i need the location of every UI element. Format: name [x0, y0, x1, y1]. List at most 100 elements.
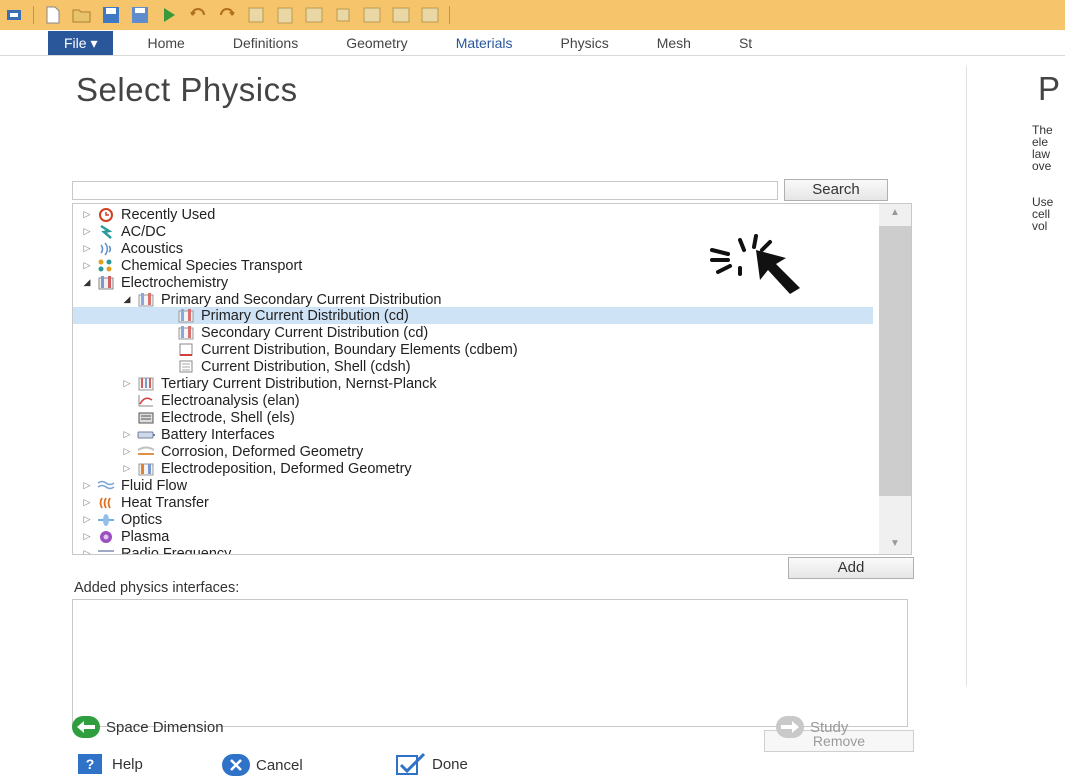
tree-item-label: Electrode, Shell (els) [161, 409, 295, 426]
expand-arrow-icon[interactable]: ▷ [121, 446, 133, 457]
species-icon [97, 258, 115, 273]
toolbar-separator [33, 6, 34, 24]
search-input[interactable] [72, 181, 778, 200]
expand-arrow-icon[interactable]: ▷ [121, 378, 133, 389]
tree-item[interactable]: Electrode, Shell (els) [73, 409, 295, 426]
electrode-shell-icon [137, 410, 155, 425]
study-button[interactable]: Study [776, 716, 848, 738]
redo-icon[interactable] [217, 6, 237, 24]
tree-item[interactable]: ▷ Radio Frequency [73, 545, 232, 555]
scroll-up-icon[interactable]: ▲ [879, 207, 911, 223]
tree-item-label: Primary and Secondary Current Distributi… [161, 291, 442, 308]
acoustics-icon [97, 241, 115, 256]
expand-arrow-icon[interactable]: ▷ [81, 480, 93, 491]
tree-item[interactable]: ▷ Acoustics [73, 240, 184, 257]
help-button[interactable]: ? Help [78, 754, 143, 774]
tree-item[interactable]: ▷ Heat Transfer [73, 494, 209, 511]
space-dimension-button[interactable]: Space Dimension [72, 716, 224, 738]
done-label: Done [432, 755, 468, 773]
tree-item-label: Optics [121, 511, 163, 528]
expand-arrow-icon[interactable]: ▷ [81, 497, 93, 508]
tree-item-label: Chemical Species Transport [121, 257, 303, 274]
tree-item-label: Electrodeposition, Deformed Geometry [161, 460, 412, 477]
expand-arrow-icon[interactable]: ▷ [81, 243, 93, 254]
settings-icon[interactable] [420, 6, 440, 24]
tree-item-label: Current Distribution, Shell (cdsh) [201, 358, 411, 375]
undo-icon[interactable] [188, 6, 208, 24]
tree-item[interactable]: ◢ Electrochemistry [73, 274, 229, 291]
tertiary-icon [137, 376, 155, 391]
tree-item[interactable]: Secondary Current Distribution (cd) [73, 324, 428, 341]
tree-item[interactable]: ▷ Corrosion, Deformed Geometry [73, 443, 364, 460]
cancel-button[interactable]: Cancel [222, 754, 303, 776]
tree-item-label: Tertiary Current Distribution, Nernst-Pl… [161, 375, 437, 392]
expand-arrow-icon[interactable]: ▷ [81, 531, 93, 542]
space-dimension-label: Space Dimension [106, 718, 224, 736]
shell-icon [177, 359, 195, 374]
tree-item[interactable]: ▷ Electrodeposition, Deformed Geometry [73, 460, 412, 477]
tree-item[interactable]: ▷ Recently Used [73, 206, 216, 223]
run-icon[interactable] [159, 6, 179, 24]
search-button[interactable]: Search [784, 179, 888, 201]
tab-geometry[interactable]: Geometry [322, 31, 431, 55]
expand-arrow-icon[interactable]: ▷ [121, 429, 133, 440]
expand-arrow-icon[interactable]: ▷ [81, 548, 93, 554]
tab-study[interactable]: St [715, 31, 776, 55]
scroll-down-icon[interactable]: ▼ [879, 538, 911, 554]
tree-item[interactable]: ▷ Chemical Species Transport [73, 257, 303, 274]
tree-item-label: Plasma [121, 528, 170, 545]
save-icon[interactable] [101, 6, 121, 24]
expand-arrow-icon[interactable]: ▷ [81, 260, 93, 271]
layout-icon[interactable] [391, 6, 411, 24]
tree-item[interactable]: ▷ Plasma [73, 528, 170, 545]
select-physics-panel: Select Physics Search ▷ Recently Used ▷ AC/… [0, 57, 925, 779]
tree-item[interactable]: ▷ Tertiary Current Distribution, Nernst-P… [73, 375, 437, 392]
tree-item[interactable]: Current Distribution, Boundary Elements … [73, 341, 518, 358]
tree-item-label: Primary Current Distribution (cd) [201, 307, 409, 324]
corrosion-icon [137, 444, 155, 459]
tree-item[interactable]: ▷ Battery Interfaces [73, 426, 275, 443]
tab-mesh[interactable]: Mesh [633, 31, 715, 55]
expand-arrow-icon[interactable]: ▷ [81, 209, 93, 220]
tab-file[interactable]: File ▾ [48, 31, 114, 55]
open-folder-icon[interactable] [72, 6, 92, 24]
added-interfaces-list[interactable] [72, 599, 908, 727]
current-distribution-icon [137, 292, 155, 307]
tree-item-label: Electrochemistry [121, 274, 229, 291]
tree-item[interactable]: Current Distribution, Shell (cdsh) [73, 358, 411, 375]
tree-item[interactable]: ▷ Fluid Flow [73, 477, 188, 494]
tab-definitions[interactable]: Definitions [209, 31, 322, 55]
tree-item[interactable]: ◢ Primary and Secondary Current Distribut… [73, 291, 442, 308]
tree-item[interactable]: Primary Current Distribution (cd) [73, 307, 873, 324]
tab-materials[interactable]: Materials [432, 31, 537, 55]
tree-item-label: Fluid Flow [121, 477, 188, 494]
tree-item[interactable]: ▷ AC/DC [73, 223, 167, 240]
paste-icon[interactable] [275, 6, 295, 24]
description-title: P [1038, 70, 1061, 107]
collapse-arrow-icon[interactable]: ◢ [81, 277, 93, 288]
delete-icon[interactable] [333, 6, 353, 24]
done-button[interactable]: Done [396, 752, 468, 776]
current-distribution-icon [177, 325, 195, 340]
plasma-icon [97, 529, 115, 544]
expand-arrow-icon[interactable]: ▷ [81, 514, 93, 525]
expand-arrow-icon[interactable]: ▷ [81, 226, 93, 237]
electrochemistry-icon [97, 275, 115, 290]
study-label: Study [810, 718, 849, 736]
copy-icon[interactable] [246, 6, 266, 24]
tree-item-label: Acoustics [121, 240, 184, 257]
duplicate-icon[interactable] [304, 6, 324, 24]
new-file-icon[interactable] [43, 6, 63, 24]
help-label: Help [112, 755, 143, 773]
app-icon[interactable] [4, 6, 24, 24]
save-as-icon[interactable] [130, 6, 150, 24]
collapse-arrow-icon[interactable]: ◢ [121, 294, 133, 305]
window-icon[interactable] [362, 6, 382, 24]
tree-item[interactable]: Electroanalysis (elan) [73, 392, 300, 409]
tab-physics[interactable]: Physics [536, 31, 632, 55]
tree-item[interactable]: ▷ Optics [73, 511, 163, 528]
tree-scrollbar-thumb[interactable] [879, 226, 911, 496]
tab-home[interactable]: Home [123, 31, 208, 55]
add-button[interactable]: Add [788, 557, 914, 579]
expand-arrow-icon[interactable]: ▷ [121, 463, 133, 474]
